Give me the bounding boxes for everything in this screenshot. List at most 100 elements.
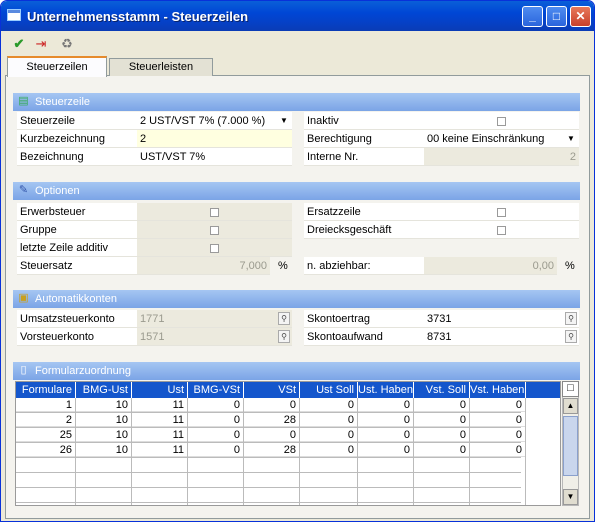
erwerbsteuer-checkbox[interactable] [210, 207, 219, 217]
chevron-down-icon[interactable]: ▼ [277, 113, 291, 128]
column-header[interactable]: Ust Soll [300, 382, 358, 398]
steuerzeile-label: Steuerzeile [17, 112, 137, 130]
section-optionen-header: ✎ Optionen [13, 182, 580, 200]
close-button[interactable]: ✕ [570, 6, 591, 27]
skontoaufwand-label: Skontoaufwand [304, 328, 424, 346]
search-icon[interactable]: ⚲ [278, 312, 290, 325]
kurzbezeichnung-label: Kurzbezeichnung [17, 130, 137, 148]
dreiecksgeschaeft-label: Dreiecksgeschäft [304, 221, 424, 239]
title-bar[interactable]: Unternehmensstamm - Steuerzeilen _ □ ✕ [1, 1, 594, 31]
letzte-zeile-field [137, 239, 292, 257]
column-header[interactable]: Ust [132, 382, 188, 398]
column-divider [244, 398, 300, 505]
section-formularzuordnung-header: ▯ Formularzuordnung [13, 362, 580, 380]
gruppe-checkbox[interactable] [210, 225, 219, 235]
section-title: Automatikkonten [35, 293, 117, 305]
column-header[interactable]: Formulare [16, 382, 76, 398]
column-divider [188, 398, 244, 505]
window-title: Unternehmensstamm - Steuerzeilen [27, 9, 249, 24]
steuersatz-input[interactable]: 7,000 [137, 257, 270, 275]
interne-nr-field: 2 [424, 148, 579, 166]
column-divider [358, 398, 414, 505]
interne-nr-label: Interne Nr. [304, 148, 424, 166]
column-divider [300, 398, 358, 505]
steuersatz-unit: % [278, 260, 288, 272]
skontoertrag-value: 3731 [427, 313, 452, 325]
section-title: Optionen [35, 185, 80, 197]
search-icon[interactable]: ⚲ [565, 312, 577, 325]
umsatzsteuerkonto-value: 1771 [140, 313, 165, 325]
ersatzzeile-label: Ersatzzeile [304, 203, 424, 221]
skontoaufwand-value: 8731 [427, 331, 452, 343]
bezeichnung-label: Bezeichnung [17, 148, 137, 166]
column-chooser-button[interactable]: □ [562, 381, 579, 397]
column-header-filler [526, 382, 560, 398]
skontoertrag-input[interactable]: 3731 ⚲ [424, 310, 579, 328]
steuerzeile-select[interactable]: 2 UST/VST 7% (7.000 %) ▼ [137, 112, 292, 130]
toolbar: ✔ ⇥ ♻ [5, 32, 590, 55]
erwerbsteuer-field [137, 203, 292, 221]
scroll-thumb[interactable] [563, 416, 578, 476]
maximize-button[interactable]: □ [546, 6, 567, 27]
column-divider [16, 398, 76, 505]
tax-line-icon: ▤ [18, 95, 29, 107]
scroll-down-button[interactable]: ▼ [563, 489, 578, 505]
section-automatikkonten-header: ▣ Automatikkonten [13, 290, 580, 308]
steuerzeile-value: 2 UST/VST 7% (7.000 %) [140, 115, 266, 127]
inaktiv-checkbox[interactable] [497, 116, 506, 126]
window: Unternehmensstamm - Steuerzeilen _ □ ✕ ✔… [0, 0, 595, 522]
erwerbsteuer-label: Erwerbsteuer [17, 203, 137, 221]
minimize-button[interactable]: _ [522, 6, 543, 27]
section-title: Steuerzeile [35, 96, 91, 108]
vorsteuerkonto-value: 1571 [140, 331, 165, 343]
column-header[interactable]: Vst. Haben [470, 382, 526, 398]
ersatzzeile-field [424, 203, 579, 221]
dreiecksgeschaeft-field [424, 221, 579, 239]
skontoaufwand-input[interactable]: 8731 ⚲ [424, 328, 579, 346]
column-header[interactable]: BMG-VSt [188, 382, 244, 398]
gruppe-label: Gruppe [17, 221, 137, 239]
table-scrollbar[interactable]: ▲ ▼ [562, 381, 579, 506]
berechtigung-value: 00 keine Einschränkung [427, 133, 545, 145]
tab-steuerleisten[interactable]: Steuerleisten [109, 58, 213, 76]
column-header[interactable]: VSt [244, 382, 300, 398]
column-header[interactable]: Vst. Soll [414, 382, 470, 398]
letzte-zeile-checkbox[interactable] [210, 243, 219, 253]
steuersatz-label: Steuersatz [17, 257, 137, 275]
abziehbar-unit: % [565, 260, 575, 272]
scroll-up-button[interactable]: ▲ [563, 398, 578, 414]
tab-steuerzeilen[interactable]: Steuerzeilen [7, 56, 107, 77]
skontoertrag-label: Skontoertrag [304, 310, 424, 328]
window-icon [7, 9, 21, 21]
chevron-down-icon[interactable]: ▼ [564, 131, 578, 146]
abziehbar-label: n. abziehbar: [304, 257, 424, 275]
umsatzsteuerkonto-input[interactable]: 1771 ⚲ [137, 310, 292, 328]
column-header[interactable]: BMG-Ust [76, 382, 132, 398]
form-document-icon: ▯ [20, 364, 27, 376]
inaktiv-label: Inaktiv [304, 112, 424, 130]
berechtigung-select[interactable]: 00 keine Einschränkung ▼ [424, 130, 579, 148]
inaktiv-field [424, 112, 579, 130]
bezeichnung-input[interactable]: UST/VST 7% [137, 148, 292, 166]
options-edit-icon: ✎ [18, 184, 29, 196]
vorsteuerkonto-label: Vorsteuerkonto [17, 328, 137, 346]
ersatzzeile-checkbox[interactable] [497, 207, 506, 217]
vorsteuerkonto-input[interactable]: 1571 ⚲ [137, 328, 292, 346]
column-divider [470, 398, 526, 505]
accounts-icon: ▣ [18, 292, 29, 304]
ok-checkmark-icon[interactable]: ✔ [11, 36, 27, 52]
dreiecksgeschaeft-checkbox[interactable] [497, 225, 506, 235]
search-icon[interactable]: ⚲ [278, 330, 290, 343]
abziehbar-input[interactable]: 0,00 [424, 257, 557, 275]
search-icon[interactable]: ⚲ [565, 330, 577, 343]
umsatzsteuerkonto-label: Umsatzsteuerkonto [17, 310, 137, 328]
column-header[interactable]: Ust. Haben [358, 382, 414, 398]
section-title: Formularzuordnung [35, 365, 131, 377]
kurzbezeichnung-input[interactable]: 2 [137, 130, 292, 148]
column-divider [76, 398, 132, 505]
exit-door-icon[interactable]: ⇥ [33, 36, 49, 52]
formular-table[interactable]: Formulare BMG-Ust Ust BMG-VSt VSt Ust Soll Ust… [15, 381, 561, 506]
berechtigung-label: Berechtigung [304, 130, 424, 148]
column-divider [414, 398, 470, 505]
delete-bin-icon[interactable]: ♻ [59, 36, 75, 52]
